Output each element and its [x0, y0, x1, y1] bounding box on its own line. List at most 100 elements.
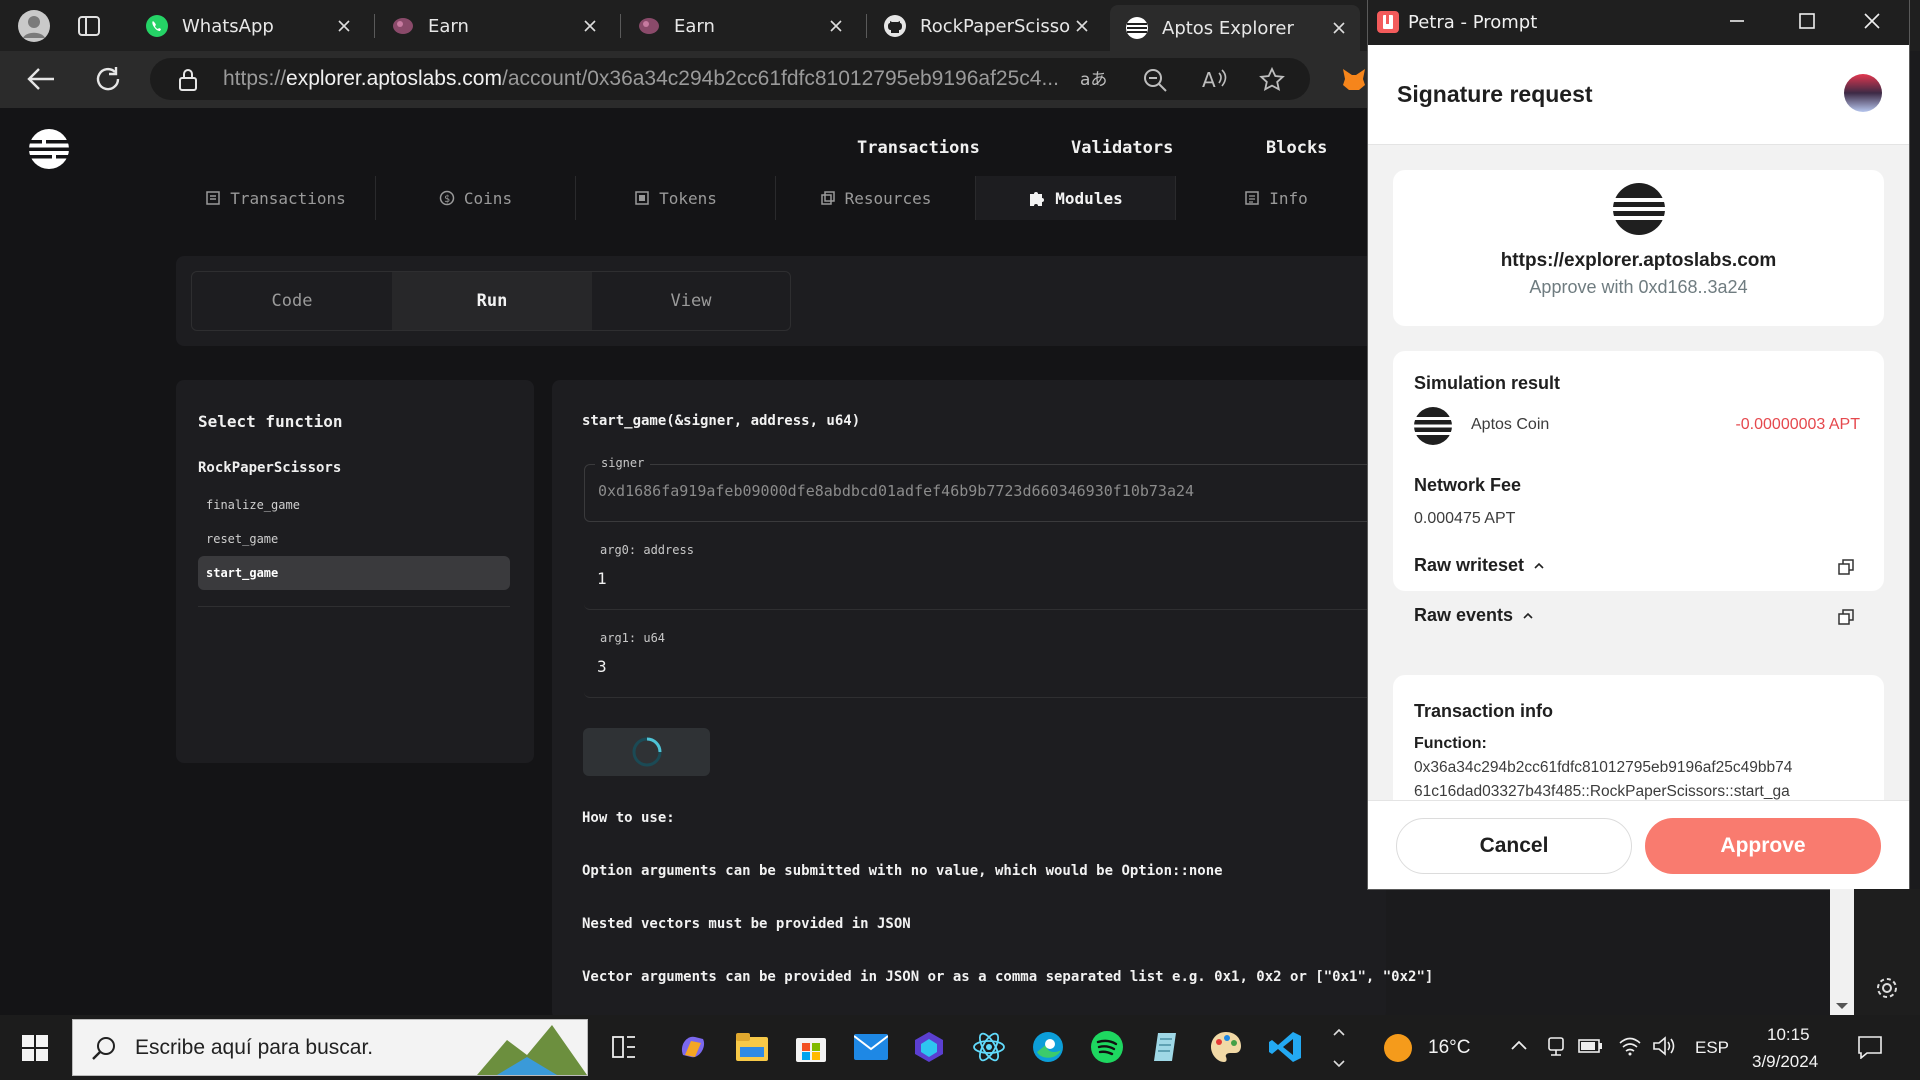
arg0-address-field[interactable]: arg0: address 1 — [584, 543, 1384, 610]
metamask-extension-icon[interactable] — [1340, 65, 1368, 93]
close-tab-icon[interactable] — [579, 15, 601, 37]
subtab-modules[interactable]: Modules — [976, 176, 1176, 220]
tab-whatsapp[interactable]: WhatsApp — [130, 5, 365, 47]
cancel-button[interactable]: Cancel — [1396, 818, 1632, 874]
raw-writeset-toggle[interactable]: Raw writeset — [1414, 555, 1546, 576]
copy-events-icon[interactable] — [1838, 609, 1854, 625]
tab-rockpaperscissors[interactable]: RockPaperScissors — [868, 5, 1103, 47]
notepad-icon[interactable] — [1150, 1030, 1184, 1064]
windows-start-icon[interactable] — [22, 1035, 48, 1061]
subtab-tokens[interactable]: Tokens — [576, 176, 776, 220]
url-field[interactable]: https://explorer.aptoslabs.com/account/0… — [150, 58, 1310, 100]
approve-with-account: Approve with 0xd168..3a24 — [1529, 277, 1748, 297]
chevron-up-icon — [1534, 562, 1544, 569]
paint-icon[interactable] — [1209, 1030, 1243, 1064]
minimize-icon[interactable] — [1728, 12, 1746, 30]
approve-button[interactable]: Approve — [1645, 818, 1881, 874]
close-tab-icon[interactable] — [333, 15, 355, 37]
arg1-u64-field[interactable]: arg1: u64 3 — [584, 631, 1384, 698]
read-aloud-icon[interactable]: A — [1202, 67, 1228, 93]
electron-icon[interactable] — [972, 1030, 1006, 1064]
windows-taskbar: Escribe aquí para buscar. 16°C ESP 10:15… — [0, 1015, 1920, 1080]
petra-title-bar: Petra - Prompt — [1368, 0, 1909, 45]
mode-segmented-control: Code Run View — [191, 271, 791, 331]
aptos-icon — [1124, 15, 1150, 41]
mail-icon[interactable] — [854, 1030, 888, 1064]
volume-icon[interactable] — [1652, 1036, 1676, 1056]
taskbar-search-box[interactable]: Escribe aquí para buscar. — [72, 1019, 588, 1076]
function-id-line-1: 0x36a34c294b2cc61fdfc81012795eb9196af25c… — [1414, 759, 1793, 776]
subtab-info[interactable]: Info — [1176, 176, 1376, 220]
help-vector-args: Vector arguments can be provided in JSON… — [582, 969, 1434, 985]
divider — [198, 606, 510, 607]
help-nested-vectors: Nested vectors must be provided in JSON — [582, 916, 911, 932]
clock-date[interactable]: 3/9/2024 — [1752, 1052, 1818, 1072]
segment-run[interactable]: Run — [392, 272, 592, 330]
tab-earn-1[interactable]: Earn — [376, 5, 611, 47]
file-explorer-icon[interactable] — [735, 1030, 769, 1064]
tab-aptos-explorer[interactable]: Aptos Explorer — [1110, 5, 1360, 51]
function-finalize-game[interactable]: finalize_game — [206, 498, 300, 512]
microsoft-store-icon[interactable] — [794, 1030, 828, 1064]
edge-browser-icon[interactable] — [1031, 1030, 1065, 1064]
refresh-icon[interactable] — [94, 65, 122, 93]
subtab-resources[interactable]: Resources — [776, 176, 976, 220]
arg0-value[interactable]: 1 — [597, 569, 607, 588]
zoom-icon[interactable] — [1142, 67, 1168, 93]
chevron-up-icon[interactable] — [1510, 1037, 1528, 1055]
copilot-icon[interactable] — [676, 1030, 710, 1064]
segment-view[interactable]: View — [592, 272, 790, 330]
spotify-icon[interactable] — [1090, 1030, 1124, 1064]
notifications-icon[interactable] — [1857, 1035, 1883, 1059]
explorer-content: Transactions Validators Blocks Transacti… — [0, 108, 1433, 1020]
arg1-value[interactable]: 3 — [597, 657, 607, 676]
network-fee-label: Network Fee — [1414, 475, 1522, 495]
aptos-logo-icon[interactable] — [28, 128, 70, 170]
maximize-icon[interactable] — [1798, 12, 1816, 30]
nav-blocks[interactable]: Blocks — [1266, 138, 1327, 158]
vscode-icon[interactable] — [1268, 1030, 1302, 1064]
segment-code[interactable]: Code — [192, 272, 392, 330]
account-avatar[interactable] — [1843, 73, 1883, 113]
battery-icon[interactable] — [1578, 1037, 1604, 1055]
favorite-star-icon[interactable] — [1258, 66, 1286, 94]
close-tab-icon[interactable] — [1071, 15, 1093, 37]
function-start-game[interactable]: start_game — [198, 556, 510, 590]
translate-icon[interactable]: aあ — [1080, 68, 1106, 90]
copy-writeset-icon[interactable] — [1838, 559, 1854, 575]
nav-validators[interactable]: Validators — [1071, 138, 1173, 158]
close-tab-icon[interactable] — [825, 15, 847, 37]
close-tab-icon[interactable] — [1328, 17, 1350, 39]
wifi-icon[interactable] — [1618, 1036, 1642, 1056]
search-highlight-image — [477, 1020, 587, 1075]
aptos-coin-icon — [1413, 406, 1453, 446]
svg-text:A: A — [1202, 68, 1216, 92]
app-hexagon-icon[interactable] — [912, 1030, 946, 1064]
network-fee-value: 0.000475 APT — [1414, 510, 1516, 527]
gear-icon[interactable] — [1874, 975, 1900, 1001]
transaction-info-card: Transaction info Function: 0x36a34c294b2… — [1393, 675, 1884, 805]
subtab-transactions[interactable]: Transactions — [176, 176, 376, 220]
subtab-label: Resources — [844, 188, 932, 208]
raw-events-toggle[interactable]: Raw events — [1414, 605, 1535, 626]
function-reset-game[interactable]: reset_game — [206, 532, 278, 546]
tab-earn-2[interactable]: Earn — [622, 5, 857, 47]
weather-temperature[interactable]: 16°C — [1428, 1037, 1470, 1059]
overflow-arrows-icon[interactable] — [1332, 1025, 1346, 1071]
earn-icon — [390, 13, 416, 39]
tab-actions-icon[interactable] — [74, 0, 104, 51]
run-button[interactable] — [583, 728, 710, 776]
subtab-coins[interactable]: $ Coins — [376, 176, 576, 220]
meet-now-icon[interactable] — [1546, 1035, 1566, 1057]
field-label: arg0: address — [594, 543, 700, 557]
input-language[interactable]: ESP — [1695, 1038, 1729, 1058]
back-icon[interactable] — [26, 65, 56, 93]
task-view-icon[interactable] — [607, 1030, 641, 1064]
subtab-label: Coins — [463, 188, 513, 208]
profile-avatar-icon[interactable] — [14, 0, 54, 51]
page-scrollbar[interactable] — [1830, 889, 1854, 1015]
close-window-icon[interactable] — [1863, 12, 1881, 30]
clock-time[interactable]: 10:15 — [1767, 1025, 1810, 1045]
coin-name: Aptos Coin — [1471, 416, 1550, 433]
nav-transactions[interactable]: Transactions — [857, 138, 980, 158]
